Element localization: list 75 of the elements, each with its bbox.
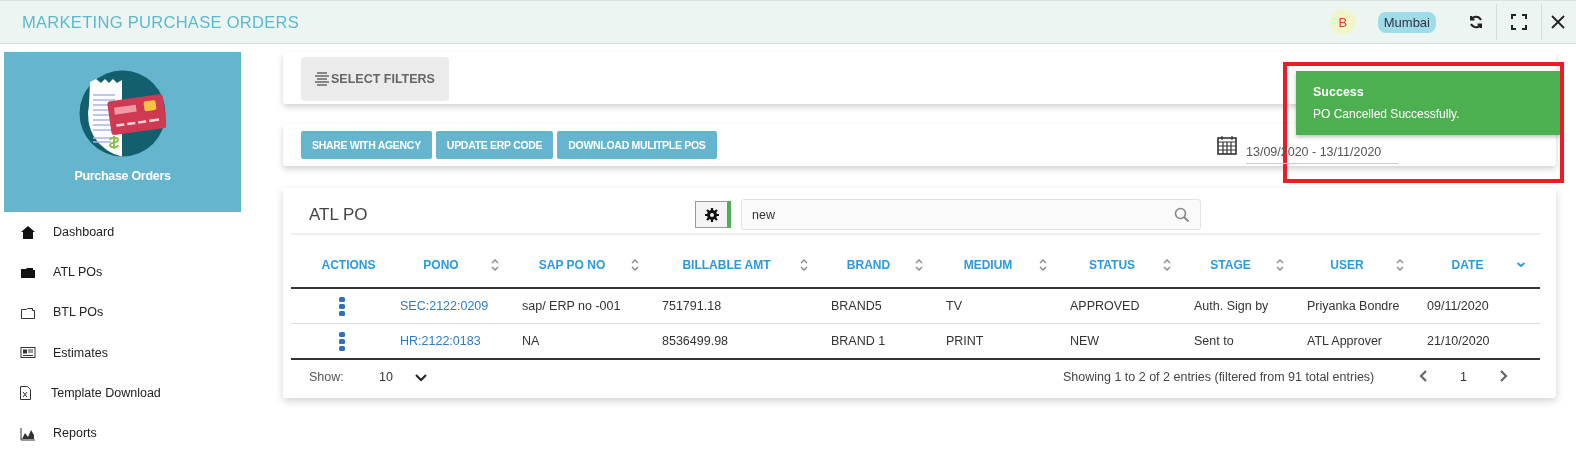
- settings-button[interactable]: [695, 201, 731, 228]
- action-button[interactable]: DOWNLOAD MULITPLE POS: [557, 131, 717, 159]
- sort-icon[interactable]: [799, 258, 809, 272]
- column-header[interactable]: MEDIUM: [938, 258, 1038, 272]
- table-cell-text: BRAND 1: [830, 334, 887, 348]
- select-filters-button[interactable]: SELECT FILTERS: [301, 57, 449, 101]
- column-header[interactable]: USER: [1299, 258, 1395, 272]
- table-cell-text: ATL Approver: [1306, 334, 1384, 348]
- fullscreen-icon: [1511, 14, 1527, 30]
- sort-icon[interactable]: [1162, 258, 1172, 272]
- app-title: MARKETING PURCHASE ORDERS: [22, 12, 301, 32]
- filter-icon: [315, 71, 329, 87]
- page-number[interactable]: 1: [1438, 370, 1489, 384]
- column-header: ACTIONS: [320, 258, 377, 272]
- action-button[interactable]: UPDATE ERP CODE: [435, 131, 554, 159]
- chevron-right-icon: [1498, 369, 1508, 382]
- column-header[interactable]: DATE: [1419, 258, 1516, 272]
- page-size-select[interactable]: 10: [379, 370, 1063, 384]
- nav-item[interactable]: Estimates: [4, 332, 241, 373]
- show-label: Show:: [308, 370, 345, 384]
- close-icon: [1550, 14, 1566, 30]
- column-header[interactable]: STATUS: [1062, 258, 1162, 272]
- column-header[interactable]: STAGE: [1186, 258, 1275, 272]
- table-cell-text: TV: [945, 299, 963, 313]
- entries-info: Showing 1 to 2 of 2 entries (filtered from 91 total entries): [1063, 370, 1376, 384]
- chart-icon: [20, 425, 36, 441]
- search-field[interactable]: new: [741, 199, 1201, 230]
- sort-icon[interactable]: [490, 258, 500, 272]
- column-header[interactable]: PONO: [392, 258, 490, 272]
- table-cell-text: NA: [521, 334, 541, 348]
- column-header[interactable]: BRAND: [823, 258, 914, 272]
- nav-item[interactable]: Dashboard: [4, 212, 241, 253]
- table-cell-text: Priyanka Bondre: [1306, 299, 1401, 313]
- settings-icon: [704, 207, 719, 222]
- toast-title: Success: [1313, 85, 1365, 99]
- table-cell-text: APPROVED: [1069, 299, 1141, 313]
- table-cell-text: BRAND5: [830, 299, 883, 313]
- column-header[interactable]: BILLABLE AMT: [654, 258, 799, 272]
- table-cell-text: sap/ ERP no -001: [521, 299, 622, 313]
- table-cell-text: NEW: [1069, 334, 1101, 348]
- table-cell-text: Auth. Sign by: [1193, 299, 1270, 313]
- chevron-down-icon: [414, 372, 427, 382]
- table-cell-text: PRINT: [945, 334, 985, 348]
- nav-item[interactable]: Template Download: [4, 372, 241, 413]
- refresh-icon: [1468, 14, 1484, 30]
- document-icon: [18, 384, 33, 401]
- sort-icon[interactable]: [630, 258, 640, 272]
- module-title: Purchase Orders: [74, 169, 171, 183]
- row-actions-icon[interactable]: [338, 331, 345, 351]
- table-cell-text: 751791.18: [661, 299, 723, 313]
- sort-icon[interactable]: [1395, 258, 1405, 272]
- search-icon: [1174, 206, 1190, 223]
- nav-item[interactable]: ATL POs: [4, 252, 241, 293]
- calendar-icon: [1217, 135, 1237, 155]
- nav-item[interactable]: BTL POs: [4, 292, 241, 333]
- po-link[interactable]: HR:2122:0183: [392, 334, 514, 348]
- newspaper-icon: [20, 345, 36, 361]
- user-avatar[interactable]: B: [1329, 9, 1356, 35]
- sort-icon[interactable]: [914, 258, 924, 272]
- sort-icon[interactable]: [1275, 258, 1285, 272]
- table-cell-text: 8536499.98: [661, 334, 730, 348]
- toast-message: PO Cancelled Successfully.: [1313, 107, 1461, 121]
- home-icon: [20, 224, 36, 240]
- table-cell-text: 09/11/2020: [1426, 299, 1490, 313]
- table-cell-text: 21/10/2020: [1426, 334, 1491, 348]
- po-link[interactable]: SEC:2122:0209: [392, 299, 514, 313]
- action-button[interactable]: SHARE WITH AGENCY: [301, 131, 432, 159]
- table-cell-text: Sent to: [1193, 334, 1235, 348]
- nav-item[interactable]: Reports: [4, 412, 241, 454]
- sort-icon[interactable]: [1038, 258, 1048, 272]
- table-title: ATL PO: [308, 204, 369, 225]
- column-header[interactable]: SAP PO NO: [514, 258, 630, 272]
- location-badge[interactable]: Mumbai: [1377, 11, 1436, 33]
- row-actions-icon[interactable]: [338, 296, 345, 316]
- chevron-left-icon: [1419, 369, 1428, 382]
